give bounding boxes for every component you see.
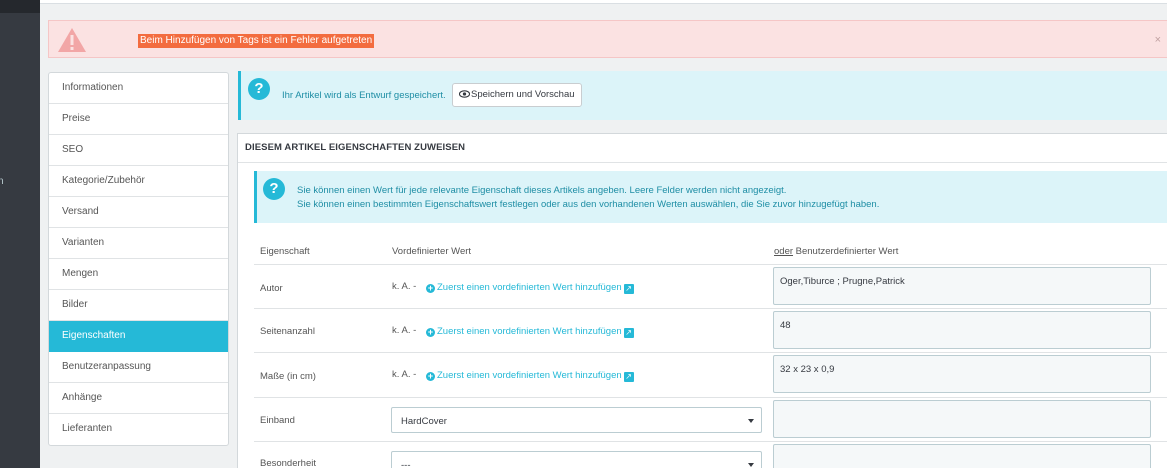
- custom-value-field[interactable]: [773, 444, 1151, 468]
- external-link-icon: ↗: [623, 284, 634, 294]
- tab-benutzeranpassung[interactable]: Benutzeranpassung: [49, 352, 228, 383]
- tab-anhaenge[interactable]: Anhänge: [49, 383, 228, 414]
- row-divider: [254, 397, 1167, 398]
- custom-label: Benutzerdefinierter Wert: [793, 246, 899, 257]
- custom-value-field[interactable]: [773, 400, 1151, 438]
- plus-circle-icon: +: [426, 371, 435, 381]
- question-icon: ?: [263, 178, 285, 200]
- na-label: k. A. -: [392, 325, 417, 336]
- header-divider: [254, 264, 1167, 265]
- select-value: HardCover: [401, 416, 447, 427]
- feature-label: Autor: [260, 283, 283, 294]
- tab-lieferanten[interactable]: Lieferanten: [49, 414, 228, 445]
- add-predefined-label: Zuerst einen vordefinierten Wert hinzufü…: [437, 282, 622, 293]
- row-divider: [254, 308, 1167, 309]
- row-divider: [254, 352, 1167, 353]
- column-header-feature: Eigenschaft: [260, 246, 310, 257]
- features-panel: DIESEM ARTIKEL EIGENSCHAFTEN ZUWEISEN ? …: [237, 133, 1167, 468]
- feature-label: Einband: [260, 415, 295, 426]
- custom-value-field[interactable]: 48: [773, 311, 1151, 349]
- custom-value-field[interactable]: Oger,Tiburce ; Prugne,Patrick: [773, 267, 1151, 305]
- product-tabs: Informationen Preise SEO Kategorie/Zubeh…: [48, 72, 229, 446]
- features-info-box: ? Sie können einen Wert für jede relevan…: [254, 171, 1167, 223]
- custom-value-field[interactable]: 32 x 23 x 0,9: [773, 355, 1151, 393]
- top-header-strip: [40, 0, 1167, 4]
- sidebar-text-fragment[interactable]: n: [0, 176, 4, 187]
- eye-icon: [459, 90, 470, 99]
- chevron-down-icon: [748, 463, 754, 467]
- predefined-value-select[interactable]: HardCover: [391, 407, 762, 433]
- tab-mengen[interactable]: Mengen: [49, 259, 228, 290]
- add-predefined-label: Zuerst einen vordefinierten Wert hinzufü…: [437, 326, 622, 337]
- plus-circle-icon: +: [426, 283, 435, 293]
- add-predefined-label: Zuerst einen vordefinierten Wert hinzufü…: [437, 370, 622, 381]
- sidebar-header: [0, 0, 40, 13]
- close-icon[interactable]: ×: [1155, 34, 1161, 46]
- feature-label: Besonderheit: [260, 458, 316, 468]
- add-predefined-link[interactable]: + Zuerst einen vordefinierten Wert hinzuf…: [426, 282, 634, 294]
- or-label: oder: [774, 246, 794, 257]
- external-link-icon: ↗: [623, 372, 634, 382]
- feature-label: Maße (in cm): [260, 371, 316, 382]
- question-icon: ?: [248, 78, 270, 100]
- feature-label: Seitenanzahl: [260, 326, 315, 337]
- predefined-value-select[interactable]: ---: [391, 451, 762, 468]
- info-line-1: Sie können einen Wert für jede relevante…: [297, 185, 787, 196]
- column-header-custom: oder Benutzerdefinierter Wert: [774, 246, 898, 257]
- draft-message: Ihr Artikel wird als Entwurf gespeichert…: [282, 90, 446, 101]
- select-value: ---: [401, 460, 411, 468]
- tab-varianten[interactable]: Varianten: [49, 228, 228, 259]
- tab-kategorie-zubehoer[interactable]: Kategorie/Zubehör: [49, 166, 228, 197]
- add-predefined-link[interactable]: + Zuerst einen vordefinierten Wert hinzuf…: [426, 370, 634, 382]
- save-preview-button[interactable]: Speichern und Vorschau: [452, 83, 582, 107]
- tab-informationen[interactable]: Informationen: [49, 73, 228, 104]
- tab-eigenschaften[interactable]: Eigenschaften: [49, 321, 228, 352]
- column-header-predefined: Vordefinierter Wert: [392, 246, 472, 257]
- error-message: Beim Hinzufügen von Tags ist ein Fehler …: [138, 34, 375, 48]
- na-label: k. A. -: [392, 281, 417, 292]
- tab-versand[interactable]: Versand: [49, 197, 228, 228]
- add-predefined-link[interactable]: + Zuerst einen vordefinierten Wert hinzuf…: [426, 326, 634, 338]
- chevron-down-icon: [748, 419, 754, 423]
- na-label: k. A. -: [392, 369, 417, 380]
- error-alert: Beim Hinzufügen von Tags ist ein Fehler …: [48, 20, 1167, 58]
- tab-seo[interactable]: SEO: [49, 135, 228, 166]
- save-preview-label: Speichern und Vorschau: [471, 89, 575, 100]
- warning-icon: [58, 28, 86, 52]
- admin-sidebar: n: [0, 0, 40, 468]
- row-divider: [254, 441, 1167, 442]
- info-line-2: Sie können einen bestimmten Eigenschafts…: [297, 199, 880, 210]
- panel-heading: DIESEM ARTIKEL EIGENSCHAFTEN ZUWEISEN: [238, 134, 1167, 163]
- draft-info-bar: ? Ihr Artikel wird als Entwurf gespeiche…: [238, 71, 1167, 120]
- tab-preise[interactable]: Preise: [49, 104, 228, 135]
- external-link-icon: ↗: [623, 328, 634, 338]
- plus-circle-icon: +: [426, 327, 435, 337]
- tab-bilder[interactable]: Bilder: [49, 290, 228, 321]
